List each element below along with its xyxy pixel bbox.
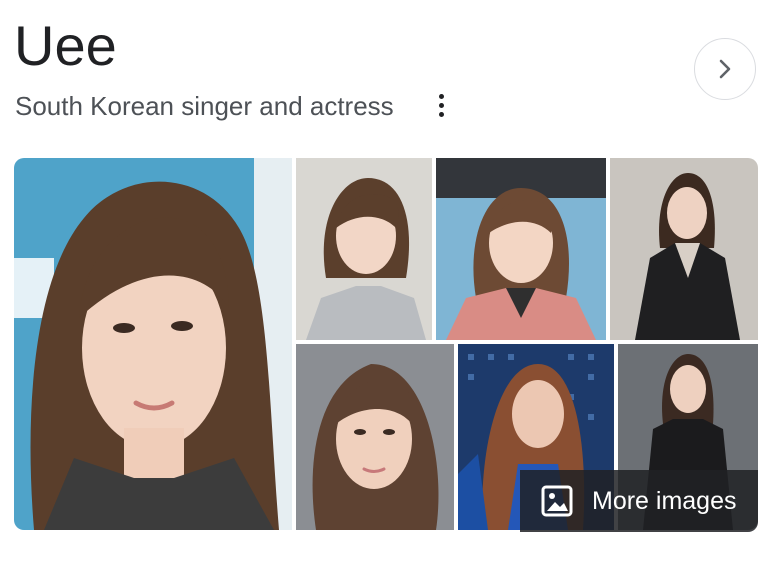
more-images-button[interactable]: More images xyxy=(520,470,758,532)
three-dots-vertical-icon-dot xyxy=(438,111,444,117)
photo-4-black-jacket[interactable] xyxy=(610,158,758,340)
knowledge-panel: Uee South Korean singer and actress More… xyxy=(0,0,782,564)
photo-5-grey-backdrop[interactable] xyxy=(296,344,454,530)
next-button[interactable] xyxy=(694,38,756,100)
three-dots-vertical-icon xyxy=(438,93,444,99)
photo-2-grey-top[interactable] xyxy=(296,158,432,340)
three-dots-vertical-icon-dot xyxy=(438,102,444,108)
photo-3-pink-blazer[interactable] xyxy=(436,158,606,340)
more-options-button[interactable] xyxy=(428,88,454,122)
chevron-right-icon xyxy=(719,59,731,79)
entity-title: Uee xyxy=(14,14,117,77)
main-portrait-photo[interactable] xyxy=(14,158,292,530)
entity-subtitle: South Korean singer and actress xyxy=(15,91,394,121)
more-images-label: More images xyxy=(592,486,737,515)
image-icon xyxy=(541,485,573,517)
